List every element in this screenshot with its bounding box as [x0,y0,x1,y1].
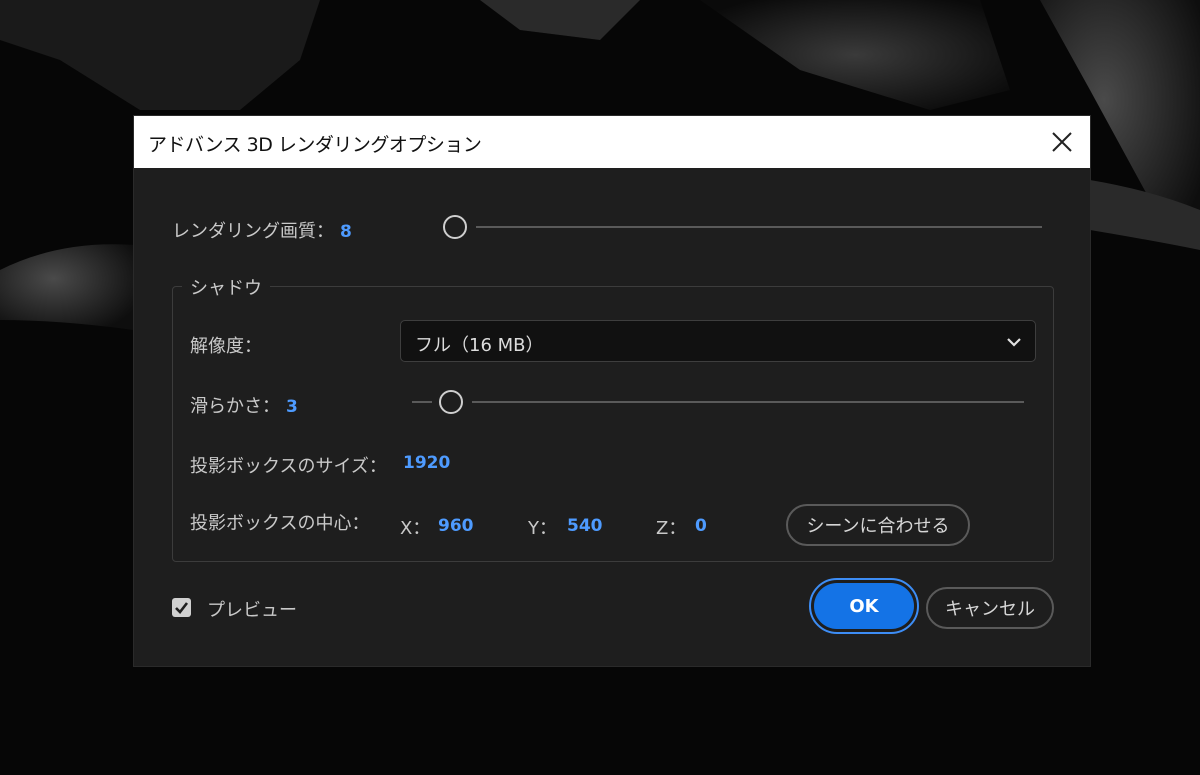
box-center-label: 投影ボックスの中心： [190,513,370,534]
render-quality-value: 8 [340,222,352,242]
box-size-label: 投影ボックスのサイズ： [190,456,387,477]
close-button[interactable] [1046,126,1078,158]
smoothness-value: 3 [286,397,298,417]
smoothness-slider-track[interactable] [472,401,1024,403]
fit-to-scene-button[interactable]: シーンに合わせる [786,504,970,546]
smoothness-label-text: 滑らかさ： [190,396,280,417]
smoothness-label: 滑らかさ： 3 [190,392,298,418]
resolution-dropdown[interactable]: フル（16 MB） [400,320,1036,362]
checkmark-icon [175,602,189,614]
shadow-group-legend: シャドウ [182,274,270,300]
resolution-selected-value: フル（16 MB） [415,335,544,356]
box-center-x-value[interactable]: 960 [438,516,474,536]
dialog-title: アドバンス 3D レンダリングオプション [148,134,482,156]
advanced-3d-render-options-dialog: アドバンス 3D レンダリングオプション レンダリング画質： 8 シャドウ 解像度… [134,116,1090,666]
cancel-button[interactable]: キャンセル [926,587,1054,629]
smoothness-slider-thumb[interactable] [439,390,463,414]
close-icon [1052,132,1072,152]
box-center-z-label: Z： [656,518,687,539]
box-center-x-label: X： [400,518,431,539]
box-center-y-value[interactable]: 540 [567,516,603,536]
box-center-y-label: Y： [528,518,557,539]
render-quality-label: レンダリング画質： 8 [172,217,352,243]
smoothness-slider-track-left[interactable] [412,401,432,403]
ok-button[interactable]: OK [814,583,914,629]
dialog-titlebar: アドバンス 3D レンダリングオプション [134,116,1090,168]
preview-checkbox[interactable] [172,598,191,617]
chevron-down-icon [1007,338,1021,347]
box-center-z-value[interactable]: 0 [695,516,707,536]
resolution-label: 解像度： [190,336,262,357]
render-quality-slider-track[interactable] [476,226,1042,228]
render-quality-slider-thumb[interactable] [443,215,467,239]
box-size-value: 1920 [403,453,451,473]
render-quality-label-text: レンダリング画質： [172,221,334,242]
preview-label[interactable]: プレビュー [207,596,297,622]
